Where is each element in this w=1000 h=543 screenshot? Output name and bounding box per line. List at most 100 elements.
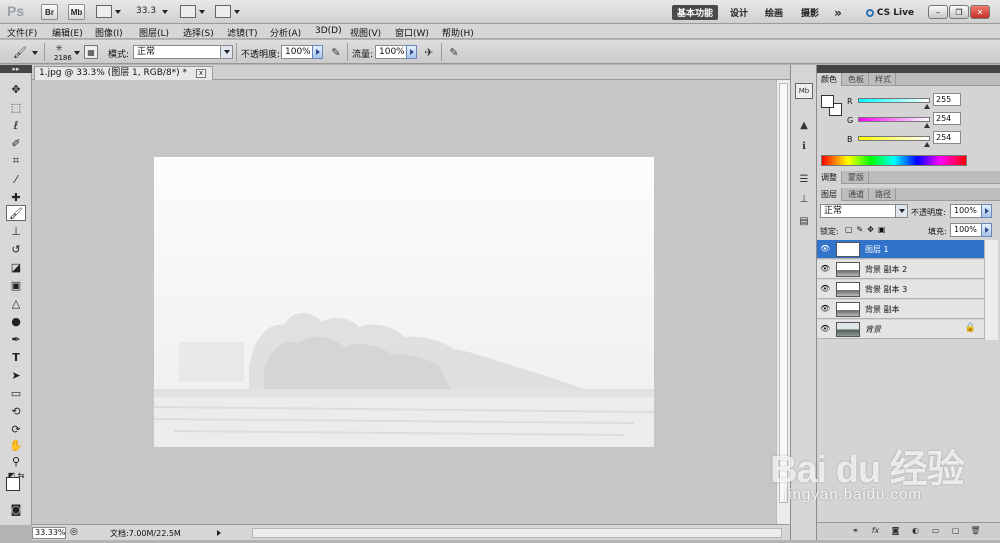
horizontal-scrollbar[interactable] [252, 528, 782, 538]
blend-mode-select[interactable]: 正常 [133, 45, 233, 59]
3d-orbit-tool-icon[interactable]: ⟳ [6, 421, 26, 437]
cs-live-menu[interactable]: CS Live [862, 5, 918, 20]
view-extras-icon[interactable] [96, 5, 112, 18]
layer-row[interactable]: 👁 背景 副本 [817, 300, 984, 319]
layer-row[interactable]: 👁 图层 1 [817, 240, 984, 259]
view-extras-dropdown-icon[interactable] [115, 10, 121, 14]
clone-source-panel-icon[interactable]: ⊥ [795, 191, 813, 207]
close-button[interactable]: ✕ [970, 5, 990, 19]
clone-stamp-tool-icon[interactable]: ⊥ [6, 223, 26, 239]
fill-slider-button[interactable] [981, 223, 992, 237]
brush-settings-panel-icon[interactable]: ☰ [795, 171, 813, 187]
fill-field[interactable]: 100% [950, 223, 982, 237]
workspace-painting[interactable]: 绘画 [760, 5, 788, 20]
tools-panel-collapse-icon[interactable]: ▸▸ [0, 65, 32, 73]
launch-mini-bridge-button[interactable]: Mb [68, 4, 85, 20]
new-layer-icon[interactable]: ▢ [950, 526, 961, 536]
pen-tool-icon[interactable]: ✒ [6, 331, 26, 347]
menu-filter[interactable]: 滤镜(T) [227, 26, 258, 39]
menu-edit[interactable]: 编辑(E) [52, 26, 83, 39]
screen-mode-dropdown-icon[interactable] [234, 10, 240, 14]
arrange-dropdown-icon[interactable] [199, 10, 205, 14]
link-layers-icon[interactable]: ⚭ [850, 526, 861, 536]
path-selection-tool-icon[interactable]: ➤ [6, 367, 26, 383]
airbrush-icon[interactable]: ✈ [421, 44, 437, 60]
zoom-dropdown-icon[interactable] [162, 10, 168, 14]
tab-layers[interactable]: 图层 [817, 188, 842, 201]
blur-tool-icon[interactable]: △ [6, 295, 26, 311]
arrange-documents-icon[interactable] [180, 5, 196, 18]
layer-row[interactable]: 👁 背景 副本 3 [817, 280, 984, 299]
tab-swatches[interactable]: 色板 [844, 73, 869, 86]
green-slider-handle[interactable] [924, 122, 930, 128]
eye-icon[interactable]: 👁 [820, 264, 830, 274]
tab-adjustments[interactable]: 调整 [817, 171, 842, 184]
tab-channels[interactable]: 通道 [844, 188, 869, 201]
screen-mode-icon[interactable] [215, 5, 231, 18]
adjustment-layer-icon[interactable]: ◐ [910, 526, 921, 536]
lock-options-icons[interactable]: ▢✎✥▣ [845, 225, 890, 234]
delete-layer-icon[interactable]: 🗑 [970, 526, 981, 536]
menu-image[interactable]: 图像(I) [95, 26, 123, 39]
tablet-pressure-opacity-icon[interactable]: ✎ [328, 44, 344, 60]
workspace-essentials[interactable]: 基本功能 [672, 5, 718, 20]
zoom-level[interactable]: 33.3 [136, 6, 156, 16]
opacity-field[interactable]: 100% [281, 45, 313, 59]
workspace-design[interactable]: 设计 [726, 5, 752, 20]
menu-help[interactable]: 帮助(H) [442, 26, 474, 39]
hand-tool-icon[interactable]: ✋ [6, 437, 26, 453]
gradient-tool-icon[interactable]: ▣ [6, 277, 26, 293]
spot-healing-tool-icon[interactable]: ✚ [6, 189, 26, 205]
layer-row[interactable]: 👁 背景 副本 2 [817, 260, 984, 279]
tab-color[interactable]: 颜色 [817, 73, 842, 86]
quick-mask-icon[interactable]: ◙ [6, 501, 26, 517]
dodge-tool-icon[interactable]: ● [6, 313, 26, 329]
move-tool-icon[interactable]: ✥ [6, 81, 26, 97]
layer-style-icon[interactable]: fx [870, 526, 881, 536]
more-workspaces-button[interactable]: » [830, 5, 846, 20]
brush-preset-dropdown-icon[interactable] [74, 51, 80, 55]
mini-bridge-panel-icon[interactable]: Mb [795, 83, 813, 99]
flow-field[interactable]: 100% [375, 45, 407, 59]
eyedropper-tool-icon[interactable]: ⁄ [6, 171, 26, 187]
quick-selection-tool-icon[interactable]: ✐ [6, 135, 26, 151]
panel-foreground-swatch[interactable] [821, 95, 834, 108]
menu-file[interactable]: 文件(F) [7, 26, 37, 39]
eye-icon[interactable]: 👁 [820, 324, 830, 334]
layers-scrollbar[interactable] [984, 240, 998, 340]
eye-icon[interactable]: 👁 [820, 244, 830, 254]
workspace-photography[interactable]: 摄影 [796, 5, 824, 20]
eye-icon[interactable]: 👁 [820, 304, 830, 314]
zoom-status-field[interactable]: 33.33% [32, 527, 66, 539]
lasso-tool-icon[interactable]: ℓ [6, 117, 26, 133]
menu-layer[interactable]: 图层(L) [139, 26, 169, 39]
tab-paths[interactable]: 路径 [871, 188, 896, 201]
eraser-tool-icon[interactable]: ◪ [6, 259, 26, 275]
menu-analysis[interactable]: 分析(A) [270, 26, 301, 39]
color-spectrum-ramp[interactable] [821, 155, 967, 166]
brush-panel-toggle-icon[interactable]: ▦ [84, 45, 98, 59]
layer-blend-mode-select[interactable]: 正常 [820, 204, 908, 218]
rectangle-tool-icon[interactable]: ▭ [6, 385, 26, 401]
blue-channel-slider[interactable] [858, 136, 930, 141]
tab-styles[interactable]: 样式 [871, 73, 896, 86]
minimize-button[interactable]: – [928, 5, 948, 19]
red-channel-slider[interactable] [858, 98, 930, 103]
histogram-panel-icon[interactable]: ▲ [795, 117, 813, 133]
status-info-icon[interactable]: ◎ [70, 527, 78, 537]
new-group-icon[interactable]: ▭ [930, 526, 941, 536]
eye-icon[interactable]: 👁 [820, 284, 830, 294]
document-tab[interactable]: 1.jpg @ 33.3% (图层 1, RGB/8*) * x [34, 66, 213, 80]
tab-masks[interactable]: 蒙版 [844, 171, 869, 184]
foreground-color-swatch[interactable] [6, 477, 20, 491]
menu-select[interactable]: 选择(S) [183, 26, 214, 39]
type-tool-icon[interactable]: T [6, 349, 26, 365]
green-channel-slider[interactable] [858, 117, 930, 122]
launch-bridge-button[interactable]: Br [41, 4, 58, 20]
restore-button[interactable]: ❐ [949, 5, 969, 19]
tool-preset-brush-icon[interactable]: 🖌 [12, 44, 28, 60]
menu-3d[interactable]: 3D(D) [315, 26, 342, 36]
add-mask-icon[interactable]: ◙ [890, 526, 901, 536]
blue-value-field[interactable]: 254 [933, 131, 961, 144]
info-panel-icon[interactable]: ℹ [795, 138, 813, 154]
